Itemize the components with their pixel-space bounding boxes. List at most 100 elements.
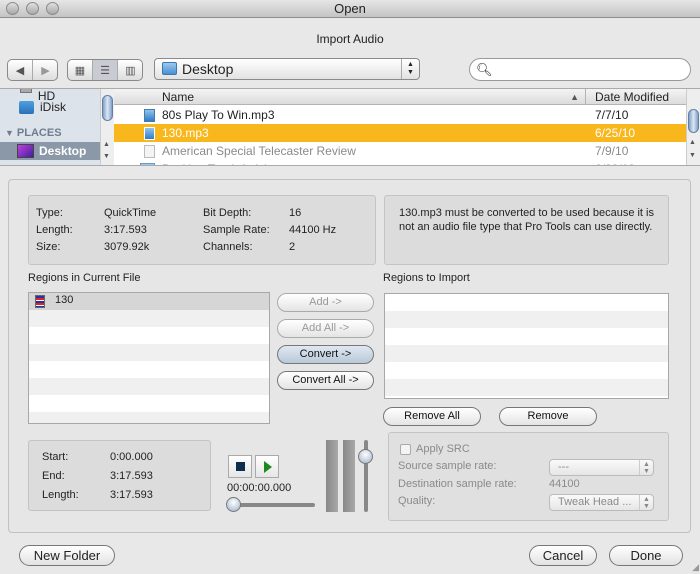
sidebar: Macintosh HD iDisk ▼ PLACES Desktop ⌂	[0, 89, 100, 166]
remove-button[interactable]: Remove	[499, 407, 597, 426]
sidebar-section-places[interactable]: ▼ PLACES	[0, 124, 100, 142]
hard-drive-icon	[20, 89, 32, 93]
document-icon	[144, 145, 155, 158]
add-all-button[interactable]: Add All ->	[277, 319, 374, 338]
sidebar-item-home[interactable]: ⌂	[0, 160, 100, 166]
sample-rate-conversion-box: Apply SRC Source sample rate: --- ▲ ▼ Des…	[388, 432, 669, 521]
play-icon	[264, 461, 272, 473]
back-forward-control: ◀ ▶	[7, 59, 58, 81]
region-audio-icon	[35, 295, 45, 308]
file-list-scrollbar[interactable]: ▲ ▼	[686, 89, 700, 165]
dialog-subtitle: Import Audio	[316, 32, 384, 46]
folder-icon	[162, 62, 177, 75]
region-row-selected[interactable]: 130	[29, 293, 269, 310]
regions-current-list[interactable]: 130	[28, 292, 270, 424]
new-folder-button[interactable]: New Folder	[19, 545, 115, 566]
regions-import-label: Regions to Import	[383, 272, 470, 284]
volume-thumb[interactable]	[358, 448, 373, 464]
grid-icon: ▦	[74, 64, 86, 77]
regions-import-list[interactable]	[384, 293, 669, 399]
location-popup[interactable]: Desktop ▲ ▼	[154, 58, 420, 80]
folder-icon	[140, 163, 155, 165]
file-row[interactable]: ▶ Backing Track Articles 6/30/10	[114, 160, 686, 165]
columns-icon: ▥	[125, 64, 136, 77]
sample-rate-value: 44100 Hz	[289, 224, 337, 236]
audio-file-icon	[144, 127, 155, 140]
playback-timecode: 00:00:00.000	[227, 482, 292, 494]
column-header-name[interactable]: Name ▲	[114, 89, 586, 105]
view-mode-control: ▦ ☰ ▥	[67, 59, 143, 81]
file-row[interactable]: 80s Play To Win.mp3 7/7/10	[114, 106, 686, 124]
scroll-down-arrow-icon[interactable]: ▼	[103, 153, 110, 160]
sort-ascending-icon: ▲	[570, 92, 579, 102]
file-type-value: QuickTime	[104, 207, 157, 219]
file-size-value: 3079.92k	[104, 241, 150, 253]
destination-sample-rate-value: 44100	[549, 478, 580, 490]
apply-src-checkbox[interactable]	[400, 444, 411, 455]
stop-button[interactable]	[228, 455, 252, 478]
file-info-box: Type: QuickTime Length: 3:17.593 Size: 3…	[28, 195, 376, 265]
selection-info-box: Start: 0:00.000 End: 3:17.593 Length: 3:…	[28, 440, 211, 511]
sidebar-item-desktop[interactable]: Desktop	[0, 142, 100, 160]
search-field[interactable]: 🔍︎	[469, 58, 691, 81]
updown-arrows-icon: ▲ ▼	[401, 59, 419, 79]
length-value: 3:17.593	[110, 489, 153, 501]
done-button[interactable]: Done	[609, 545, 683, 566]
scroll-up-arrow-icon[interactable]: ▲	[103, 141, 110, 148]
playback-position-thumb[interactable]	[226, 497, 241, 512]
list-view-button[interactable]: ☰	[93, 60, 118, 80]
scroll-down-arrow-icon[interactable]: ▼	[689, 152, 696, 159]
file-browser: Macintosh HD iDisk ▼ PLACES Desktop ⌂ ▲ …	[0, 88, 700, 166]
quality-select[interactable]: Tweak Head ... ▲ ▼	[549, 494, 654, 511]
sidebar-scrollbar[interactable]: ▲ ▼	[100, 89, 114, 165]
file-list-scroll-thumb[interactable]	[688, 109, 699, 133]
window-title: Open	[334, 1, 366, 16]
icon-view-button[interactable]: ▦	[68, 60, 93, 80]
search-input[interactable]	[494, 62, 684, 77]
file-list: Name ▲ Date Modified 80s Play To Win.mp3…	[114, 89, 686, 165]
column-view-button[interactable]: ▥	[118, 60, 143, 80]
sidebar-item-macintosh-hd[interactable]: Macintosh HD	[0, 89, 100, 103]
forward-button[interactable]: ▶	[33, 60, 58, 80]
add-button[interactable]: Add ->	[277, 293, 374, 312]
sidebar-item-idisk[interactable]: iDisk	[0, 98, 100, 116]
bit-depth-value: 16	[289, 207, 302, 219]
convert-button[interactable]: Convert ->	[277, 345, 374, 364]
desktop-icon	[17, 144, 34, 158]
column-header-date-modified[interactable]: Date Modified	[586, 89, 686, 105]
idisk-icon	[19, 100, 34, 114]
stop-icon	[236, 462, 245, 471]
source-sample-rate-select[interactable]: --- ▲ ▼	[549, 459, 654, 476]
convert-all-button[interactable]: Convert All ->	[277, 371, 374, 390]
channels-value: 2	[289, 241, 296, 253]
file-row-selected[interactable]: 130.mp3 6/25/10	[114, 124, 686, 142]
remove-all-button[interactable]: Remove All	[383, 407, 481, 426]
chevron-right-icon: ▶	[41, 64, 50, 77]
file-length-value: 3:17.593	[104, 224, 147, 236]
file-row[interactable]: American Special Telecaster Review 7/9/1…	[114, 142, 686, 160]
level-meter-left	[326, 440, 338, 512]
start-value: 0:00.000	[110, 451, 153, 463]
resize-grip-icon[interactable]: ◢	[692, 562, 699, 573]
regions-current-label: Regions in Current File	[28, 272, 141, 284]
title-bar: Open	[0, 0, 700, 18]
scroll-up-arrow-icon[interactable]: ▲	[689, 139, 696, 146]
volume-slider[interactable]	[358, 440, 373, 512]
cancel-button[interactable]: Cancel	[529, 545, 597, 566]
level-meter-right	[343, 440, 355, 512]
home-icon: ⌂	[23, 164, 29, 166]
playback-position-slider[interactable]	[226, 497, 315, 512]
back-button[interactable]: ◀	[8, 60, 33, 80]
conversion-message: 130.mp3 must be converted to be used bec…	[399, 207, 654, 233]
play-button[interactable]	[255, 455, 279, 478]
sidebar-scroll-thumb[interactable]	[102, 95, 113, 121]
end-value: 3:17.593	[110, 470, 153, 482]
search-icon: 🔍︎	[476, 62, 493, 77]
conversion-message-box: 130.mp3 must be converted to be used bec…	[384, 195, 669, 265]
disclosure-triangle-icon: ▼	[5, 128, 14, 138]
disclosure-triangle-icon: ▶	[124, 160, 130, 165]
apply-src-label: Apply SRC	[416, 443, 470, 455]
chevron-left-icon: ◀	[15, 64, 25, 77]
list-icon: ☰	[100, 64, 110, 77]
updown-arrows-icon: ▲ ▼	[639, 460, 653, 475]
